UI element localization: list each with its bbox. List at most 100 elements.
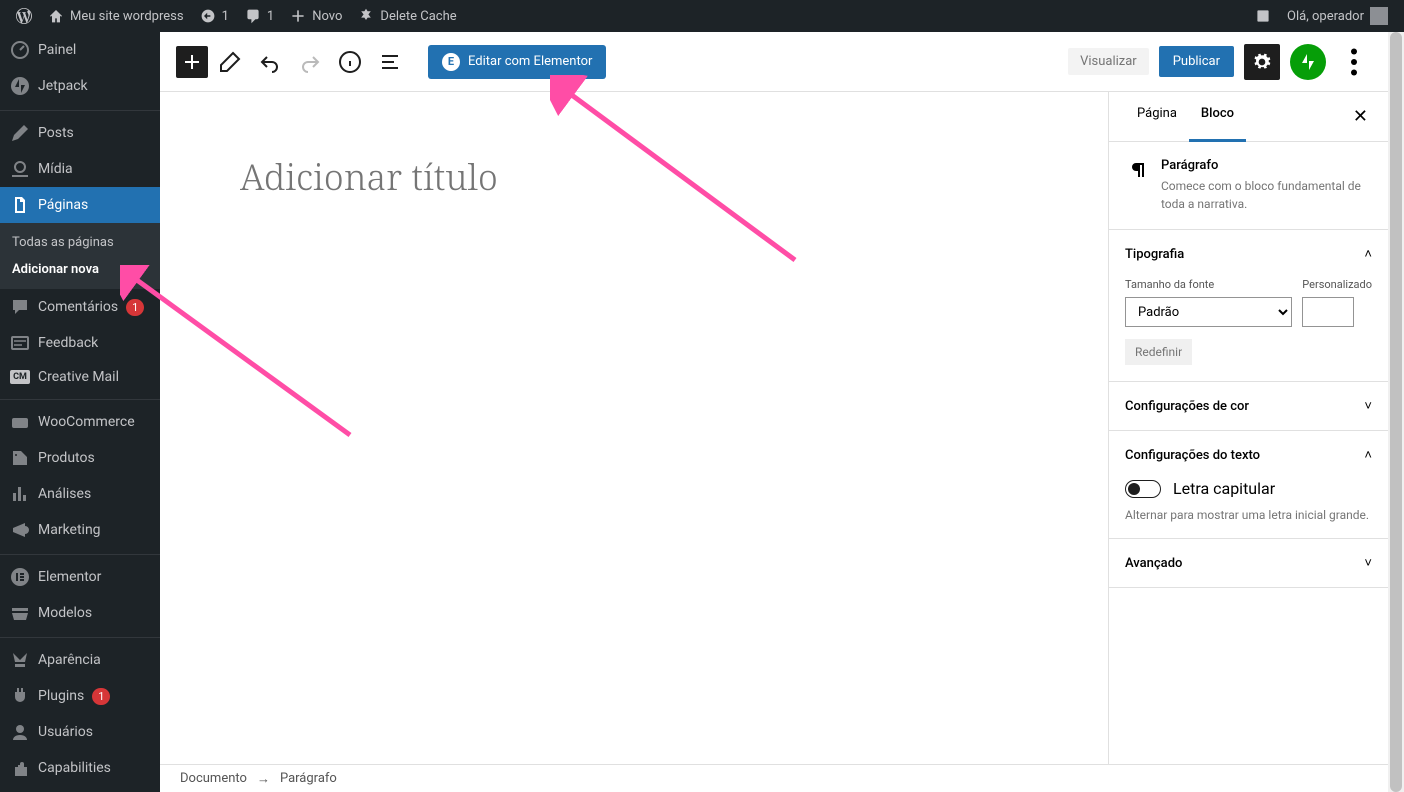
inspector-tabs: Página Bloco ✕ bbox=[1109, 92, 1388, 142]
editor-toolbar: EEditar com Elementor Visualizar Publica… bbox=[160, 32, 1388, 92]
more-options-button[interactable] bbox=[1336, 44, 1372, 80]
add-block-button[interactable] bbox=[176, 46, 208, 78]
chevron-up-icon: ˄ bbox=[1364, 447, 1372, 463]
settings-sidebar: Página Bloco ✕ Parágrafo Comece com o bl… bbox=[1108, 92, 1388, 764]
panel-advanced: Avançado ˅ bbox=[1109, 539, 1388, 588]
menu-woocommerce[interactable]: WooCommerce bbox=[0, 404, 160, 440]
chevron-down-icon: ˅ bbox=[1364, 555, 1372, 571]
menu-label: Produtos bbox=[38, 450, 95, 466]
submenu-all-pages[interactable]: Todas as páginas bbox=[0, 229, 160, 256]
publish-button[interactable]: Publicar bbox=[1159, 46, 1234, 77]
font-size-label: Tamanho da fonte bbox=[1125, 278, 1292, 291]
details-button[interactable] bbox=[332, 44, 368, 80]
panel-title: Configurações do texto bbox=[1125, 448, 1260, 463]
menu-products[interactable]: Produtos bbox=[0, 440, 160, 476]
menu-appearance[interactable]: Aparência bbox=[0, 642, 160, 678]
updates-link[interactable]: 1 bbox=[192, 0, 237, 32]
flyout-arrow bbox=[152, 197, 160, 213]
tab-block[interactable]: Bloco bbox=[1189, 92, 1246, 141]
menu-label: Comentários bbox=[38, 299, 118, 315]
avatar bbox=[1370, 7, 1388, 25]
panel-typography-toggle[interactable]: Tipografia˄ bbox=[1109, 230, 1388, 278]
menu-label: Feedback bbox=[38, 335, 98, 351]
menu-templates[interactable]: Modelos bbox=[0, 595, 160, 631]
dropcap-help: Alternar para mostrar uma letra inicial … bbox=[1125, 508, 1372, 522]
submenu-add-new[interactable]: Adicionar nova bbox=[0, 256, 160, 283]
delete-cache-label: Delete Cache bbox=[380, 9, 456, 24]
menu-label: Modelos bbox=[38, 605, 92, 621]
undo-button[interactable] bbox=[252, 44, 288, 80]
edit-with-elementor-button[interactable]: EEditar com Elementor bbox=[428, 45, 606, 79]
delete-cache-link[interactable]: Delete Cache bbox=[350, 0, 464, 32]
close-inspector-button[interactable]: ✕ bbox=[1349, 92, 1372, 141]
count-badge: 1 bbox=[92, 688, 110, 705]
menu-media[interactable]: Mídia bbox=[0, 151, 160, 187]
tools-button[interactable] bbox=[212, 44, 248, 80]
paragraph-block[interactable] bbox=[240, 251, 1028, 451]
panel-title: Tipografia bbox=[1125, 247, 1184, 262]
panel-text: Configurações do texto˄ Letra capitular … bbox=[1109, 431, 1388, 539]
editor-body: Página Bloco ✕ Parágrafo Comece com o bl… bbox=[160, 92, 1388, 764]
account-link[interactable]: Olá, operador bbox=[1279, 0, 1396, 32]
admin-bar: Meu site wordpress 1 1 Novo Delete Cache… bbox=[0, 0, 1404, 32]
new-link[interactable]: Novo bbox=[282, 0, 350, 32]
menu-label: Capabilities bbox=[38, 760, 111, 776]
menu-tools[interactable]: Ferramentas bbox=[0, 786, 160, 792]
notifications-button[interactable] bbox=[1247, 0, 1279, 32]
redo-button[interactable] bbox=[292, 44, 328, 80]
menu-label: Posts bbox=[38, 125, 74, 141]
menu-label: WooCommerce bbox=[38, 414, 135, 430]
reset-button[interactable]: Redefinir bbox=[1125, 339, 1192, 365]
site-name: Meu site wordpress bbox=[70, 9, 184, 24]
block-description: Comece com o bloco fundamental de toda a… bbox=[1161, 177, 1372, 213]
site-name-link[interactable]: Meu site wordpress bbox=[40, 0, 192, 32]
menu-comments[interactable]: Comentários1 bbox=[0, 289, 160, 325]
block-breadcrumb: Documento → Parágrafo bbox=[160, 764, 1388, 792]
greeting: Olá, operador bbox=[1287, 9, 1364, 24]
menu-users[interactable]: Usuários bbox=[0, 714, 160, 750]
panel-text-toggle[interactable]: Configurações do texto ˄ bbox=[1109, 431, 1388, 479]
dropcap-label: Letra capitular bbox=[1173, 479, 1275, 498]
jetpack-button[interactable] bbox=[1290, 44, 1326, 80]
editor-canvas[interactable] bbox=[160, 92, 1108, 764]
chevron-down-icon: ˅ bbox=[1364, 398, 1372, 414]
preview-button[interactable]: Visualizar bbox=[1068, 48, 1149, 75]
panel-title: Avançado bbox=[1125, 556, 1182, 571]
menu-creative-mail[interactable]: CMCreative Mail bbox=[0, 361, 160, 393]
block-info: Parágrafo Comece com o bloco fundamental… bbox=[1109, 142, 1388, 230]
menu-label: Mídia bbox=[38, 161, 73, 177]
breadcrumb-block[interactable]: Parágrafo bbox=[280, 771, 337, 786]
menu-label: Jetpack bbox=[38, 78, 88, 94]
menu-plugins[interactable]: Plugins 1 bbox=[0, 678, 160, 714]
menu-feedback[interactable]: Feedback bbox=[0, 325, 160, 361]
menu-marketing[interactable]: Marketing bbox=[0, 512, 160, 548]
comments-link[interactable]: 1 bbox=[237, 0, 282, 32]
menu-label: Creative Mail bbox=[38, 369, 119, 385]
font-size-select[interactable]: Padrão bbox=[1125, 297, 1292, 327]
tab-page[interactable]: Página bbox=[1125, 92, 1189, 141]
panel-advanced-toggle[interactable]: Avançado ˅ bbox=[1109, 539, 1388, 587]
menu-label: Marketing bbox=[38, 522, 101, 538]
custom-font-size-input[interactable] bbox=[1302, 297, 1354, 327]
menu-capabilities[interactable]: Capabilities bbox=[0, 750, 160, 786]
menu-analytics[interactable]: Análises bbox=[0, 476, 160, 512]
post-title-input[interactable] bbox=[240, 152, 1028, 201]
dropcap-toggle[interactable] bbox=[1125, 480, 1161, 498]
paragraph-icon bbox=[1125, 158, 1149, 213]
menu-label: Páginas bbox=[38, 197, 88, 213]
outline-button[interactable] bbox=[372, 44, 408, 80]
panel-color-toggle[interactable]: Configurações de cor˅ bbox=[1109, 382, 1388, 430]
menu-elementor[interactable]: Elementor bbox=[0, 559, 160, 595]
menu-label: Usuários bbox=[38, 724, 93, 740]
settings-button[interactable] bbox=[1244, 44, 1280, 80]
menu-label: Aparência bbox=[38, 652, 101, 668]
menu-jetpack[interactable]: Jetpack bbox=[0, 68, 160, 104]
menu-dashboard[interactable]: Painel bbox=[0, 32, 160, 68]
wp-logo[interactable] bbox=[8, 0, 40, 32]
menu-label: Plugins bbox=[38, 688, 84, 704]
menu-pages[interactable]: Páginas bbox=[0, 187, 160, 223]
menu-posts[interactable]: Posts bbox=[0, 115, 160, 151]
breadcrumb-doc[interactable]: Documento bbox=[180, 771, 247, 786]
admin-sidebar: Painel Jetpack Posts Mídia Páginas Todas… bbox=[0, 32, 160, 792]
scrollbar[interactable] bbox=[1388, 32, 1404, 792]
